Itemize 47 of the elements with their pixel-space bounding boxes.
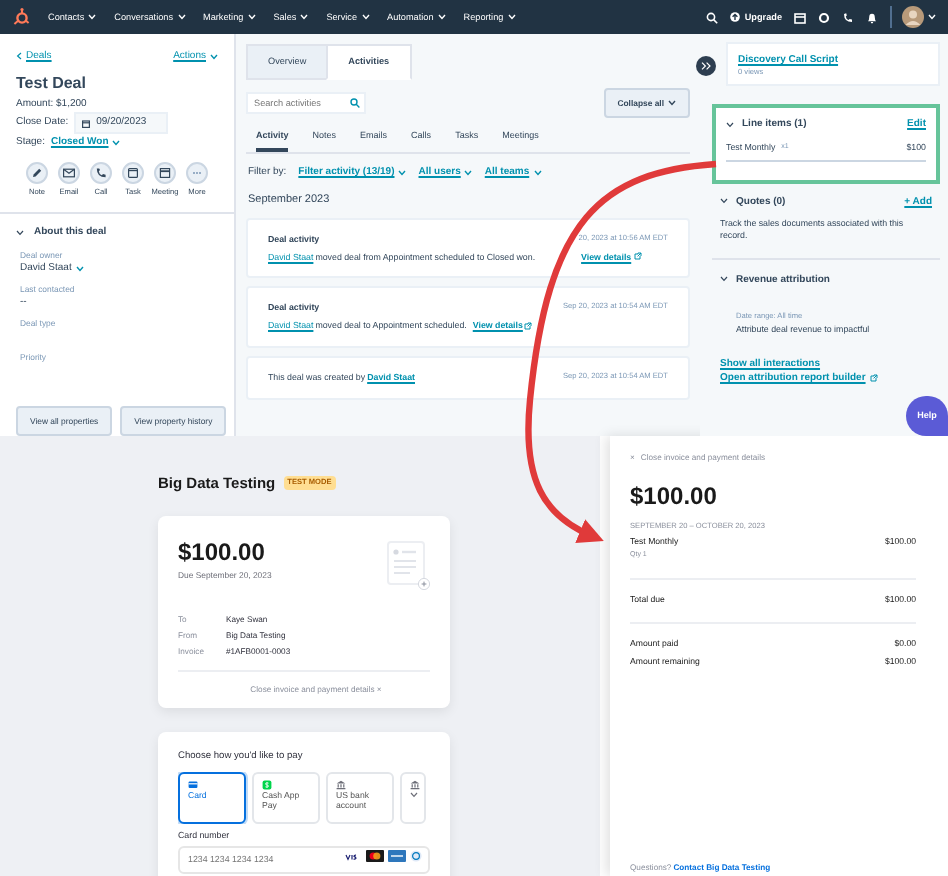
calendar-icon bbox=[158, 166, 172, 181]
collapse-sidebar-icon[interactable] bbox=[696, 56, 716, 76]
external-link-icon bbox=[869, 374, 878, 383]
caret-icon bbox=[928, 14, 936, 20]
chevron-down-icon[interactable] bbox=[16, 230, 24, 237]
search-icon[interactable] bbox=[706, 11, 719, 23]
summary-amount: $100.00 bbox=[630, 484, 719, 509]
phone-icon bbox=[94, 166, 108, 181]
caret-icon bbox=[533, 170, 542, 177]
caret-icon bbox=[75, 266, 84, 273]
search-icon bbox=[350, 98, 360, 109]
chevron-down-icon bbox=[410, 792, 418, 799]
caret-icon bbox=[668, 100, 676, 107]
cash-app-icon bbox=[262, 780, 272, 791]
bank-icon bbox=[410, 780, 420, 791]
chevron-down-icon[interactable] bbox=[720, 276, 728, 283]
caret-icon bbox=[210, 53, 218, 60]
invoice-amount: $100.00 bbox=[178, 539, 267, 564]
bank-icon bbox=[336, 780, 346, 791]
credit-card-icon bbox=[188, 780, 198, 791]
caret-icon bbox=[507, 14, 516, 20]
caret-icon bbox=[437, 14, 446, 20]
caret-icon bbox=[112, 139, 121, 146]
chevron-left-icon bbox=[16, 52, 22, 61]
phone-icon[interactable] bbox=[842, 11, 854, 23]
caret-icon bbox=[398, 170, 407, 177]
chevron-down-icon[interactable] bbox=[720, 198, 728, 205]
chevron-down-icon[interactable] bbox=[726, 122, 734, 129]
pencil-icon bbox=[30, 166, 44, 181]
visa-card-icon bbox=[344, 851, 362, 862]
bell-icon[interactable] bbox=[866, 11, 878, 23]
caret-icon bbox=[88, 14, 97, 20]
external-link-icon bbox=[633, 252, 642, 261]
caret-icon bbox=[464, 170, 473, 177]
caret-icon bbox=[177, 14, 186, 20]
calendar-icon bbox=[82, 119, 91, 128]
envelope-icon bbox=[62, 166, 76, 181]
sprocket-logo-icon[interactable] bbox=[12, 8, 30, 26]
external-link-icon bbox=[524, 321, 533, 330]
upgrade-icon bbox=[730, 12, 741, 22]
avatar-icon[interactable] bbox=[902, 6, 924, 28]
caret-icon bbox=[300, 14, 309, 20]
caret-icon bbox=[247, 14, 256, 20]
deal-title: Test Deal bbox=[16, 73, 88, 94]
mastercard-icon bbox=[366, 850, 384, 863]
invoice-illustration-icon bbox=[386, 539, 430, 592]
caret-icon bbox=[361, 14, 370, 20]
